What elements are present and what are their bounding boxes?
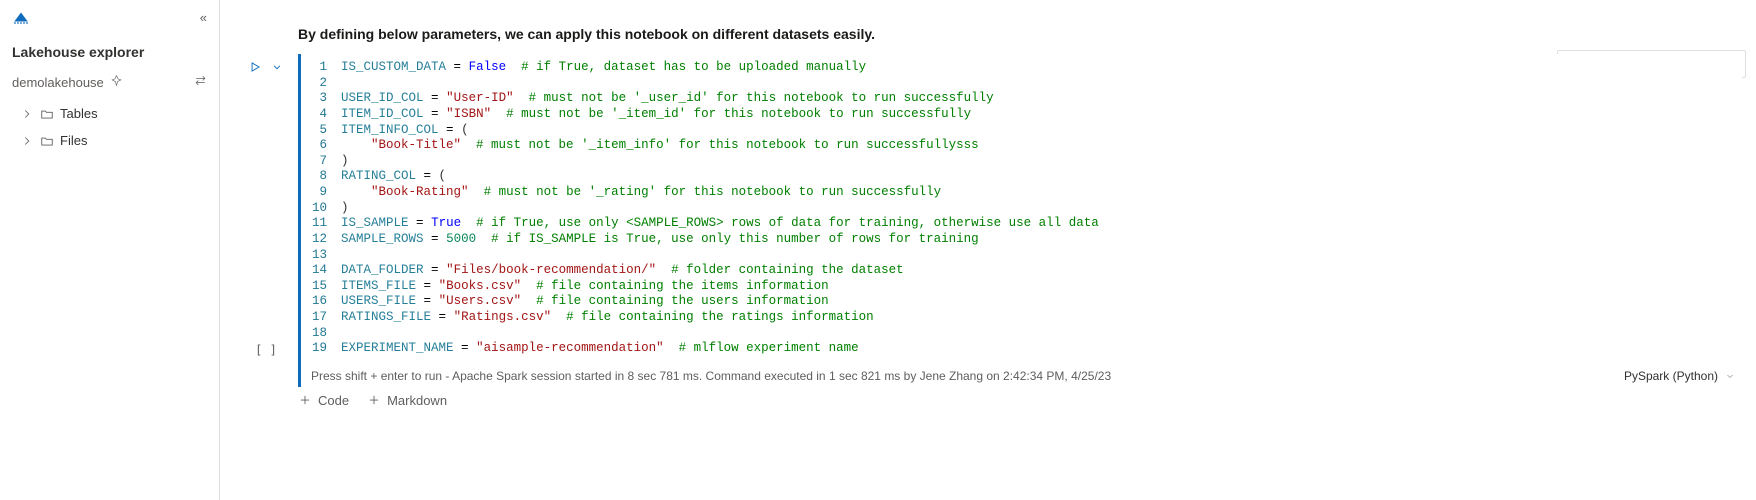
code-line[interactable]: 18: [301, 326, 1742, 342]
kernel-picker[interactable]: PySpark (Python): [1624, 369, 1742, 383]
cell-gutter: [ ]: [234, 54, 298, 387]
line-code[interactable]: ): [341, 201, 349, 217]
line-code[interactable]: IS_CUSTOM_DATA = False # if True, datase…: [341, 60, 866, 76]
line-number: 5: [301, 123, 341, 139]
line-code[interactable]: ): [341, 154, 349, 170]
add-markdown-cell-button[interactable]: Markdown: [367, 393, 447, 408]
code-line[interactable]: 19EXPERIMENT_NAME = "aisample-recommenda…: [301, 341, 1742, 357]
line-code[interactable]: RATINGS_FILE = "Ratings.csv" # file cont…: [341, 310, 874, 326]
code-line[interactable]: 16USERS_FILE = "Users.csv" # file contai…: [301, 294, 1742, 310]
line-number: 1: [301, 60, 341, 76]
code-line[interactable]: 6 "Book-Title" # must not be '_item_info…: [301, 138, 1742, 154]
code-line[interactable]: 11IS_SAMPLE = True # if True, use only <…: [301, 216, 1742, 232]
line-code[interactable]: IS_SAMPLE = True # if True, use only <SA…: [341, 216, 1099, 232]
code-line[interactable]: 3USER_ID_COL = "User-ID" # must not be '…: [301, 91, 1742, 107]
markdown-heading: By defining below parameters, we can app…: [234, 6, 1742, 54]
main-content: By defining below parameters, we can app…: [220, 0, 1756, 500]
code-line[interactable]: 4ITEM_ID_COL = "ISBN" # must not be '_it…: [301, 107, 1742, 123]
code-line[interactable]: 17RATINGS_FILE = "Ratings.csv" # file co…: [301, 310, 1742, 326]
line-number: 9: [301, 185, 341, 201]
code-line[interactable]: 12SAMPLE_ROWS = 5000 # if IS_SAMPLE is T…: [301, 232, 1742, 248]
line-code[interactable]: RATING_COL = (: [341, 169, 446, 185]
line-code[interactable]: "Book-Title" # must not be '_item_info' …: [341, 138, 979, 154]
folder-icon: [40, 134, 54, 148]
tree-label-tables: Tables: [60, 106, 98, 121]
line-code[interactable]: "Book-Rating" # must not be '_rating' fo…: [341, 185, 941, 201]
sidebar: « Lakehouse explorer demolakehouse Table…: [0, 0, 220, 500]
run-hint: Press shift + enter to run: [311, 369, 442, 383]
code-line[interactable]: 14DATA_FOLDER = "Files/book-recommendati…: [301, 263, 1742, 279]
line-code[interactable]: USER_ID_COL = "User-ID" # must not be '_…: [341, 91, 994, 107]
line-number: 11: [301, 216, 341, 232]
line-number: 14: [301, 263, 341, 279]
kernel-name: PySpark (Python): [1624, 369, 1718, 383]
sidebar-title: Lakehouse explorer: [0, 30, 219, 68]
code-editor[interactable]: 1IS_CUSTOM_DATA = False # if True, datas…: [301, 54, 1742, 361]
code-line[interactable]: 15ITEMS_FILE = "Books.csv" # file contai…: [301, 279, 1742, 295]
chevron-down-icon: [1724, 370, 1736, 382]
swap-lakehouse-icon[interactable]: [194, 74, 207, 90]
code-line[interactable]: 1IS_CUSTOM_DATA = False # if True, datas…: [301, 60, 1742, 76]
pin-icon[interactable]: [110, 74, 123, 90]
line-code[interactable]: EXPERIMENT_NAME = "aisample-recommendati…: [341, 341, 859, 357]
line-code[interactable]: ITEMS_FILE = "Books.csv" # file containi…: [341, 279, 829, 295]
line-code[interactable]: DATA_FOLDER = "Files/book-recommendation…: [341, 263, 904, 279]
execution-indicator: [ ]: [255, 343, 277, 357]
line-number: 2: [301, 76, 341, 92]
line-number: 12: [301, 232, 341, 248]
line-number: 8: [301, 169, 341, 185]
lakehouse-name-label: demolakehouse: [12, 75, 104, 90]
plus-icon: [298, 393, 312, 407]
line-code[interactable]: SAMPLE_ROWS = 5000 # if IS_SAMPLE is Tru…: [341, 232, 979, 248]
code-line[interactable]: 13: [301, 248, 1742, 264]
lakehouse-logo: [12, 8, 30, 26]
line-number: 10: [301, 201, 341, 217]
line-number: 3: [301, 91, 341, 107]
tree-item-files[interactable]: Files: [2, 127, 217, 154]
folder-icon: [40, 107, 54, 121]
code-line[interactable]: 7): [301, 154, 1742, 170]
line-number: 19: [301, 341, 341, 357]
lakehouse-name[interactable]: demolakehouse: [12, 74, 123, 90]
code-cell: [ ] 1IS_CUSTOM_DATA = False # if True, d…: [234, 54, 1742, 387]
lakehouse-tree: Tables Files: [0, 96, 219, 158]
expand-cell-button[interactable]: [270, 60, 284, 77]
tree-label-files: Files: [60, 133, 87, 148]
line-number: 6: [301, 138, 341, 154]
add-code-cell-button[interactable]: Code: [298, 393, 349, 408]
code-line[interactable]: 2: [301, 76, 1742, 92]
line-number: 13: [301, 248, 341, 264]
code-line[interactable]: 5ITEM_INFO_COL = (: [301, 123, 1742, 139]
code-line[interactable]: 9 "Book-Rating" # must not be '_rating' …: [301, 185, 1742, 201]
line-number: 16: [301, 294, 341, 310]
run-cell-button[interactable]: [248, 60, 262, 77]
line-code[interactable]: ITEM_INFO_COL = (: [341, 123, 469, 139]
add-code-label: Code: [318, 393, 349, 408]
code-line[interactable]: 8RATING_COL = (: [301, 169, 1742, 185]
add-markdown-label: Markdown: [387, 393, 447, 408]
tree-item-tables[interactable]: Tables: [2, 100, 217, 127]
line-code[interactable]: USERS_FILE = "Users.csv" # file containi…: [341, 294, 829, 310]
chevron-right-icon: [20, 107, 34, 121]
line-code[interactable]: ITEM_ID_COL = "ISBN" # must not be '_ite…: [341, 107, 971, 123]
collapse-sidebar-button[interactable]: «: [200, 10, 207, 25]
cell-status-text: Press shift + enter to run - Apache Spar…: [311, 369, 1111, 383]
line-number: 18: [301, 326, 341, 342]
add-cell-buttons: Code Markdown: [234, 387, 1742, 408]
chevron-right-icon: [20, 134, 34, 148]
line-number: 4: [301, 107, 341, 123]
session-info: Apache Spark session started in 8 sec 78…: [452, 369, 1111, 383]
line-number: 15: [301, 279, 341, 295]
plus-icon: [367, 393, 381, 407]
code-line[interactable]: 10): [301, 201, 1742, 217]
line-number: 17: [301, 310, 341, 326]
line-number: 7: [301, 154, 341, 170]
